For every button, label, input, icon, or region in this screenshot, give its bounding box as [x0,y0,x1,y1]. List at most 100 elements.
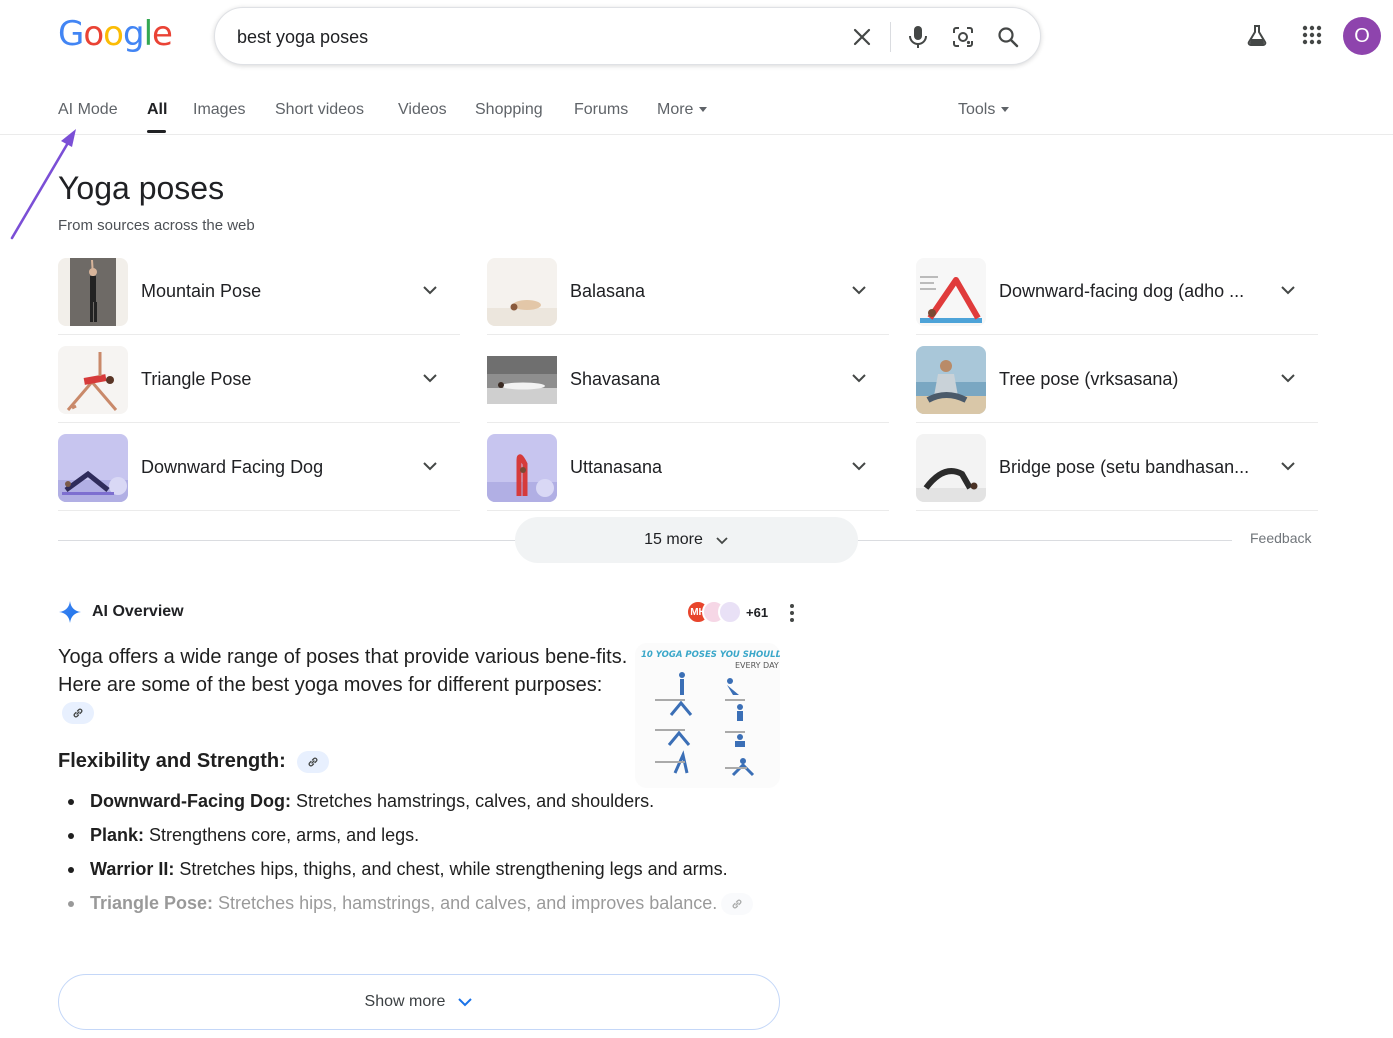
pose-label: Uttanasana [570,457,663,477]
chevron-down-icon[interactable] [1278,368,1298,388]
sources-button[interactable]: MH +61 [686,600,768,624]
pose-item-shavasana[interactable]: Shavasana [487,335,889,423]
ai-overview-intro-text: Yoga offers a wide range of poses that p… [58,646,628,696]
tools-button[interactable]: Tools [958,101,1010,119]
section-subtitle: From sources across the web [58,217,255,234]
bullet-term: Triangle Pose: [90,893,214,913]
ai-overview-intro: Yoga offers a wide range of poses that p… [58,644,628,727]
citation-link-icon[interactable] [297,750,330,773]
search-icon[interactable] [995,24,1021,50]
sources-count: +61 [746,604,769,620]
logo-letter: o [103,14,124,54]
tab-more-label: More [657,101,694,118]
pose-label: Triangle Pose [141,369,252,389]
pose-thumbnail [487,258,557,326]
pose-thumbnail [916,434,986,502]
tab-ai-mode[interactable]: AI Mode [58,101,118,119]
more-options-icon[interactable] [784,603,800,623]
caret-down-icon [1001,107,1010,113]
clear-icon[interactable] [849,24,875,50]
pose-item-triangle-pose[interactable]: Triangle Pose [58,335,460,423]
pose-label: Downward-facing dog (adho ... [999,281,1245,301]
tools-label: Tools [958,101,996,118]
pose-thumbnail [487,434,557,502]
source-favicon [718,600,742,624]
ai-overview-header: AI Overview [58,600,184,624]
ai-overview-heading: Flexibility and Strength: [58,750,330,773]
pose-label: Shavasana [570,369,661,389]
chevron-down-icon[interactable] [420,280,440,300]
bullet-text: Stretches hips, hamstrings, and calves, … [213,893,718,913]
list-item: Warrior II: Stretches hips, thighs, and … [58,857,778,882]
camera-lens-icon[interactable] [950,24,976,50]
show-more-button[interactable]: Show more [58,974,780,1030]
pose-thumbnail [916,258,986,326]
pose-item-downward-facing-dog[interactable]: Downward Facing Dog [58,423,460,511]
chevron-down-icon[interactable] [849,368,869,388]
bullet-text: Stretches hamstrings, calves, and should… [291,791,655,811]
tab-forums[interactable]: Forums [574,101,628,119]
logo-letter: e [152,14,173,54]
pose-item-bridge-pose-setu-bandhasana[interactable]: Bridge pose (setu bandhasan... [916,423,1318,511]
pose-thumbnail [58,346,128,414]
gemini-sparkle-icon [59,601,81,623]
bullet-term: Plank: [90,825,145,845]
chevron-down-icon [458,998,473,1007]
feedback-link[interactable]: Feedback [1250,530,1311,546]
pose-thumbnail [916,346,986,414]
ai-overview-image[interactable]: 10 YOGA POSES YOU SHOULD DO EVERY DAY [635,643,780,788]
list-item: Downward-Facing Dog: Stretches hamstring… [58,789,778,814]
tab-short-videos[interactable]: Short videos [275,101,364,119]
chevron-down-icon[interactable] [1278,280,1298,300]
logo-letter: G [58,14,84,54]
tab-videos[interactable]: Videos [398,101,447,119]
pose-label: Bridge pose (setu bandhasan... [999,457,1250,477]
pose-label: Mountain Pose [141,281,262,301]
citation-link-icon[interactable] [62,701,94,724]
chevron-down-icon[interactable] [849,280,869,300]
chevron-down-icon[interactable] [420,368,440,388]
pose-label: Tree pose (vrksasana) [999,369,1179,389]
pose-thumbnail [58,434,128,502]
tab-more[interactable]: More [657,101,708,119]
pose-item-balasana[interactable]: Balasana [487,247,889,335]
more-poses-button[interactable]: 15 more [515,517,858,563]
search-divider [890,22,891,52]
bullet-term: Warrior II: [90,859,175,879]
chevron-down-icon [716,536,728,544]
ai-overview-bullets: Downward-Facing Dog: Stretches hamstring… [58,789,778,925]
search-tabs: AI Mode All Images Short videos Videos S… [0,90,1393,135]
tab-all[interactable]: All [147,101,167,119]
labs-flask-icon[interactable] [1244,22,1270,48]
ai-image-subtitle: EVERY DAY [735,661,779,670]
google-logo[interactable]: Google [58,14,173,54]
tab-shopping[interactable]: Shopping [475,101,543,119]
pose-label: Downward Facing Dog [141,457,324,477]
search-box [214,7,1041,65]
chevron-down-icon[interactable] [1278,456,1298,476]
pose-item-uttanasana[interactable]: Uttanasana [487,423,889,511]
citation-link-icon[interactable] [721,893,754,916]
pose-label: Balasana [570,281,646,301]
ai-image-title: 10 YOGA POSES YOU SHOULD DO [641,650,780,660]
pose-item-mountain-pose[interactable]: Mountain Pose [58,247,460,335]
ai-overview-label: AI Overview [92,603,184,620]
logo-letter: l [143,14,154,54]
logo-letter: g [122,14,145,54]
chevron-down-icon[interactable] [420,456,440,476]
pose-thumbnail [487,346,557,414]
apps-grid-icon[interactable] [1299,22,1325,48]
section-title: Yoga poses [58,170,225,206]
list-item: Plank: Strengthens core, arms, and legs. [58,823,778,848]
tab-images[interactable]: Images [193,101,245,119]
show-more-label: Show more [364,993,446,1010]
ai-overview-heading-text: Flexibility and Strength: [58,750,286,772]
pose-item-downward-facing-dog-adho[interactable]: Downward-facing dog (adho ... [916,247,1318,335]
active-tab-indicator [147,130,166,133]
microphone-icon[interactable] [905,24,931,50]
chevron-down-icon[interactable] [849,456,869,476]
pose-item-tree-pose-vrksasana[interactable]: Tree pose (vrksasana) [916,335,1318,423]
search-input[interactable] [237,25,817,49]
bullet-term: Downward-Facing Dog: [90,791,291,811]
account-avatar[interactable]: O [1343,17,1381,55]
